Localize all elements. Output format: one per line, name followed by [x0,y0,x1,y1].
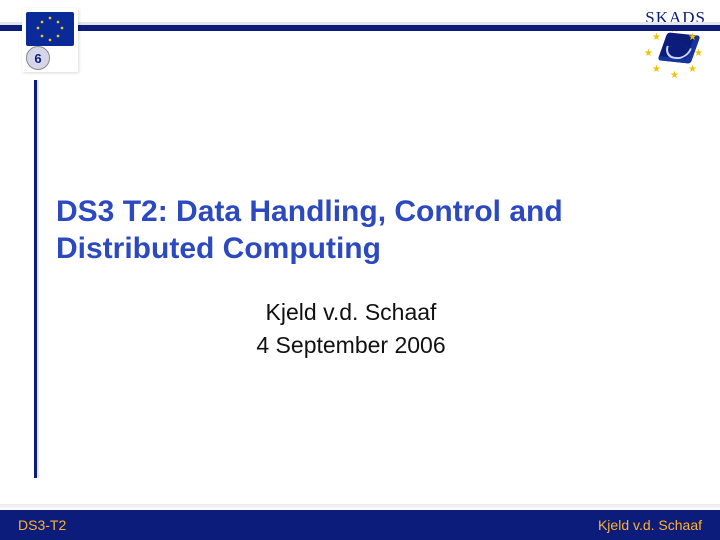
slide: 6 SKADS ★ ★ ★ ★ ★ ★ ★ ★ DS3 T2: Data Han… [0,0,720,540]
footer-bar: DS3-T2 Kjeld v.d. Schaaf [0,510,720,540]
slide-title: DS3 T2: Data Handling, Control and Distr… [56,194,646,267]
eu-fp6-logo: 6 [22,8,78,72]
presentation-date: 4 September 2006 [56,329,646,362]
top-accent-bar [0,0,720,30]
author-name: Kjeld v.d. Schaaf [56,296,646,329]
star-ring-icon: ★ ★ ★ ★ ★ ★ ★ ★ [642,26,706,78]
top-accent-dark-line [0,25,720,31]
skads-logo-mark-icon: ★ ★ ★ ★ ★ ★ ★ ★ [642,26,706,78]
footer-left-text: DS3-T2 [18,517,66,533]
footer-right-text: Kjeld v.d. Schaaf [598,517,702,533]
fp6-badge-icon: 6 [26,46,50,70]
left-vertical-rule [34,80,37,478]
slide-meta: Kjeld v.d. Schaaf 4 September 2006 [56,296,646,363]
eu-flag-icon [26,12,74,46]
